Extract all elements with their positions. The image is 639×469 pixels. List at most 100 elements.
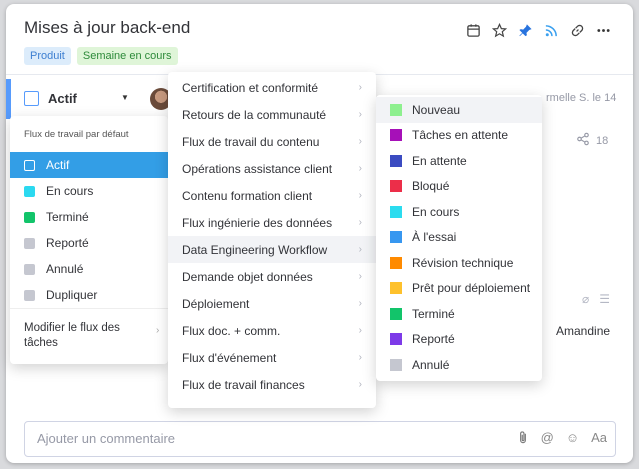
chevron-right-icon: › [358, 325, 362, 336]
calendar-icon[interactable] [465, 22, 481, 38]
status-menu: Flux de travail par défaut Actif En cour… [10, 116, 168, 364]
item-icons: ⌀ ☰ [582, 292, 610, 306]
status-option-label: Reporté [46, 236, 89, 250]
menu-divider [10, 308, 168, 309]
assignee-name: Amandine [556, 324, 611, 338]
status-color-swatch [24, 159, 35, 171]
status-color-swatch [390, 333, 402, 346]
submenu-item-label: Nouveau [412, 102, 461, 117]
format-icon[interactable]: Aa [591, 430, 607, 448]
page-title: Mises à jour back-end [24, 18, 191, 37]
workflow-item-label: Retours de la communauté [182, 107, 327, 122]
chevron-down-icon: ▼ [121, 93, 129, 102]
status-option-reporte[interactable]: Reporté [10, 230, 168, 256]
tag-produit[interactable]: Produit [24, 47, 71, 65]
emoji-icon[interactable]: ☺ [566, 430, 579, 448]
list-icon[interactable]: ☰ [599, 292, 610, 306]
status-color-swatch [24, 289, 35, 301]
workflow-item-label: Flux doc. + comm. [182, 323, 281, 338]
pin-icon[interactable] [517, 22, 533, 38]
workflow-item-label: Data Engineering Workflow [182, 242, 328, 257]
workflow-item-label: Certification et conformité [182, 80, 319, 95]
submenu-item-label: Révision technique [412, 255, 514, 270]
comment-placeholder: Ajouter un commentaire [37, 431, 176, 446]
workflow-item-label: Demande objet données [182, 269, 313, 284]
workflow-item[interactable]: Déploiement › [168, 290, 376, 317]
workflow-item[interactable]: Flux de travail du contenu › [168, 128, 376, 155]
workflow-item[interactable]: Flux doc. + comm. › [168, 317, 376, 344]
status-option-dupliquer[interactable]: Dupliquer [10, 282, 168, 308]
status-option-annule[interactable]: Annulé [10, 256, 168, 282]
status-label: Actif [48, 91, 77, 106]
status-color-swatch [390, 358, 402, 371]
submenu-item[interactable]: En attente [376, 148, 542, 174]
submenu-item[interactable]: À l'essai [376, 225, 542, 251]
status-color-swatch [390, 129, 402, 142]
comment-toolbar: @ ☺ Aa [517, 430, 607, 448]
submenu-item-label: En cours [412, 204, 460, 219]
submenu-item-label: En attente [412, 153, 467, 168]
chevron-right-icon: › [358, 298, 362, 309]
workflow-item[interactable]: Retours de la communauté › [168, 101, 376, 128]
status-option-label: Annulé [46, 262, 84, 276]
submenu-item-label: Bloqué [412, 179, 450, 194]
comment-box[interactable]: Ajouter un commentaire @ ☺ Aa [24, 421, 616, 457]
workflow-menu: Certification et conformité › Retours de … [168, 72, 376, 408]
submenu-item[interactable]: Bloqué [376, 174, 542, 200]
mention-icon[interactable]: @ [541, 430, 554, 448]
chevron-right-icon: › [358, 82, 362, 93]
submenu-item[interactable]: Terminé [376, 301, 542, 327]
submenu-item[interactable]: Reporté [376, 327, 542, 353]
submenu-item[interactable]: Annulé [376, 352, 542, 378]
status-option-termine[interactable]: Terminé [10, 204, 168, 230]
attach-icon[interactable] [517, 430, 529, 448]
chevron-right-icon: › [358, 379, 362, 390]
status-color-swatch [390, 231, 402, 244]
submenu-item[interactable]: Nouveau [376, 97, 542, 123]
workflow-item[interactable]: Demande objet données › [168, 263, 376, 290]
status-option-actif[interactable]: Actif [10, 152, 168, 178]
status-color-swatch [390, 205, 402, 218]
status-option-label: Terminé [46, 210, 89, 224]
more-icon[interactable] [595, 22, 611, 38]
submenu-item[interactable]: En cours [376, 199, 542, 225]
status-menu-header: Flux de travail par défaut [24, 129, 129, 140]
tag-semaine[interactable]: Semaine en cours [76, 47, 178, 65]
workflow-item[interactable]: Certification et conformité › [168, 74, 376, 101]
status-option-label: En cours [46, 184, 94, 198]
workflow-item[interactable]: Contenu formation client › [168, 182, 376, 209]
submenu-item-label: Reporté [412, 332, 455, 347]
workflow-item[interactable]: Opérations assistance client › [168, 155, 376, 182]
workflow-item-label: Flux de travail du contenu [182, 134, 320, 149]
star-icon[interactable] [491, 22, 507, 38]
modify-workflow-button[interactable]: Modifier le flux des tâches [24, 321, 144, 351]
status-color-swatch [24, 237, 35, 249]
chevron-right-icon: › [358, 217, 362, 228]
workflow-item[interactable]: Flux d'événement › [168, 344, 376, 371]
workflow-status-submenu: Nouveau Tâches en attente En attente Blo… [376, 95, 542, 381]
status-color-swatch [390, 154, 402, 167]
link-icon[interactable] [569, 22, 585, 38]
share-indicator[interactable]: 18 [576, 132, 608, 149]
status-color-bar [6, 79, 11, 119]
status-color-swatch [390, 180, 402, 193]
submenu-item[interactable]: Tâches en attente [376, 123, 542, 149]
submenu-item[interactable]: Prêt pour déploiement [376, 276, 542, 302]
chevron-right-icon: › [358, 352, 362, 363]
chevron-right-icon: › [358, 244, 362, 255]
status-option-en-cours[interactable]: En cours [10, 178, 168, 204]
status-selector[interactable]: Actif ▼ [6, 79, 166, 119]
submenu-item[interactable]: Révision technique [376, 250, 542, 276]
status-color-swatch [390, 256, 402, 269]
workflow-item-label: Flux ingénierie des données [182, 215, 333, 230]
workflow-item-highlighted[interactable]: Data Engineering Workflow › [168, 236, 376, 263]
attach-icon[interactable]: ⌀ [582, 292, 589, 306]
submenu-item-label: Annulé [412, 357, 450, 372]
rss-icon[interactable] [543, 22, 559, 38]
workflow-item-label: Contenu formation client [182, 188, 313, 203]
workflow-item-label: Déploiement [182, 296, 250, 311]
workflow-item[interactable]: Flux de travail finances › [168, 371, 376, 398]
workflow-item-label: Opérations assistance client [182, 161, 333, 176]
workflow-item[interactable]: Flux ingénierie des données › [168, 209, 376, 236]
tag-list: Produit Semaine en cours [24, 47, 178, 65]
